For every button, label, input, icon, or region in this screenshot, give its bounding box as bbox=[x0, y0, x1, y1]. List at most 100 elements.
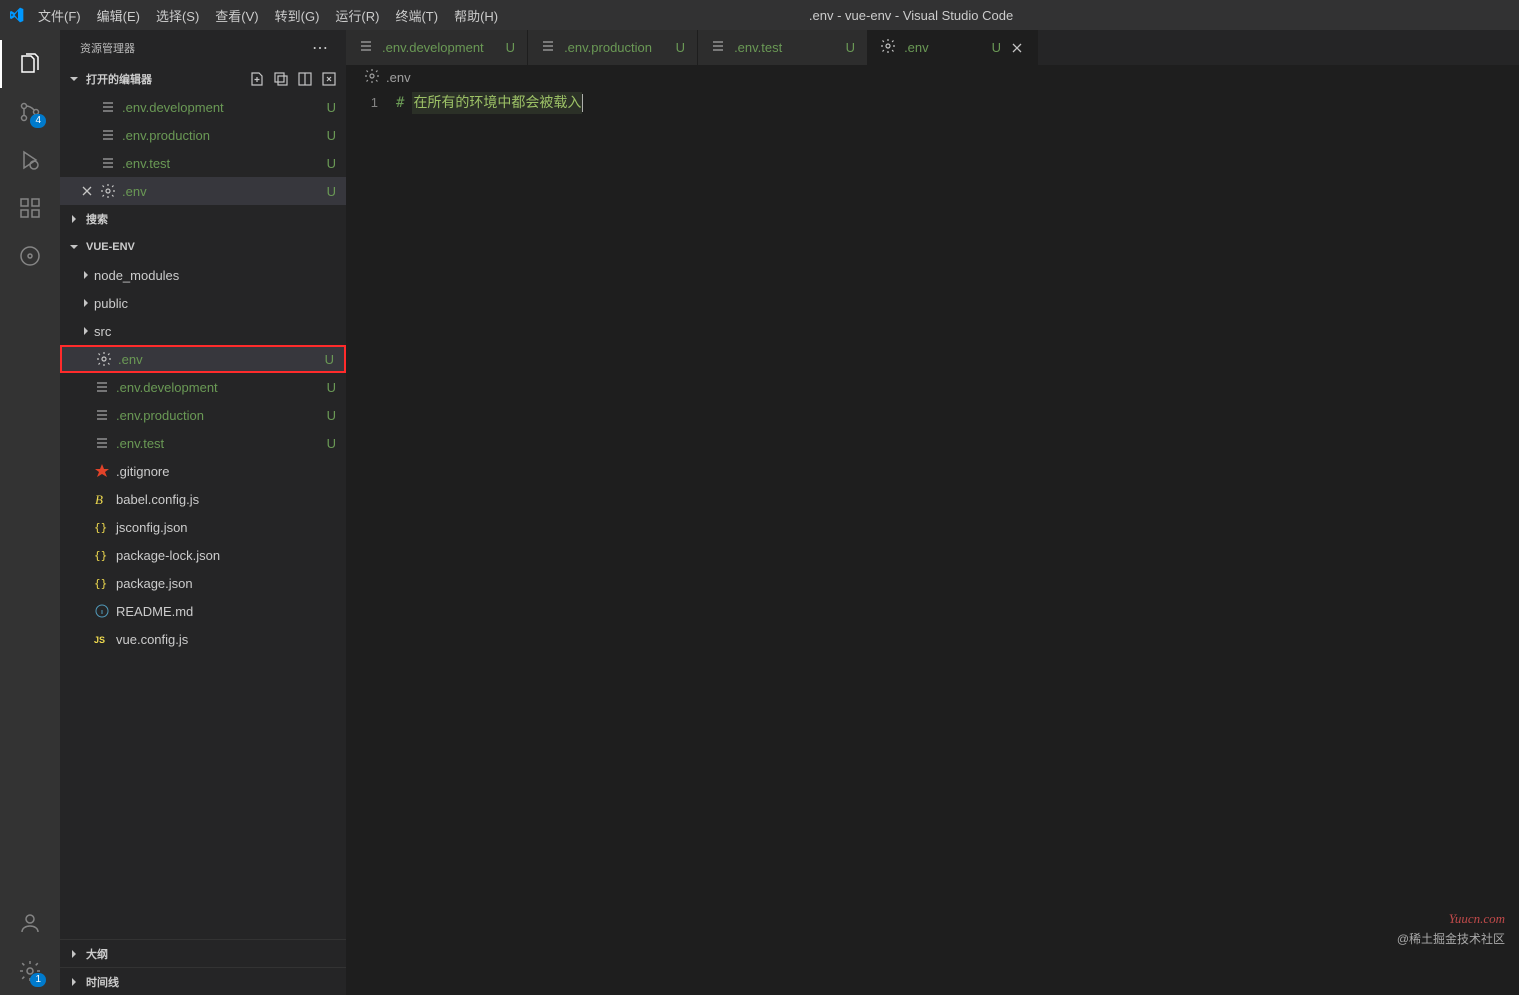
folder-node_modules[interactable]: node_modules bbox=[60, 261, 346, 289]
file-label: .gitignore bbox=[116, 464, 169, 479]
file-label: .env.test bbox=[116, 436, 164, 451]
chevron-right-icon bbox=[66, 946, 82, 962]
file-package-json[interactable]: {} package.json bbox=[60, 569, 346, 597]
menu-terminal[interactable]: 终端(T) bbox=[387, 0, 446, 30]
folder-public[interactable]: public bbox=[60, 289, 346, 317]
chevron-right-icon bbox=[66, 211, 82, 227]
git-status: U bbox=[327, 156, 336, 171]
file-package-lock-json[interactable]: {}package-lock.json bbox=[60, 541, 346, 569]
activity-scm[interactable]: 4 bbox=[6, 88, 54, 136]
svg-text:B: B bbox=[95, 492, 103, 507]
tab-git-status: U bbox=[676, 40, 685, 55]
menu-run[interactable]: 运行(R) bbox=[327, 0, 387, 30]
open-editor-env[interactable]: .env U bbox=[60, 177, 346, 205]
section-project[interactable]: VUE-ENV bbox=[60, 233, 346, 261]
activity-remote[interactable] bbox=[6, 232, 54, 280]
gutter: 1 bbox=[346, 89, 396, 995]
git-status: U bbox=[327, 100, 336, 115]
file-babel-config-js[interactable]: Bbabel.config.js bbox=[60, 485, 346, 513]
lines-icon bbox=[94, 435, 110, 451]
section-open-editors[interactable]: 打开的编辑器 bbox=[60, 65, 346, 93]
section-timeline[interactable]: 时间线 bbox=[60, 967, 346, 995]
file-vue-config-js[interactable]: JSvue.config.js bbox=[60, 625, 346, 653]
file-label: src bbox=[94, 324, 111, 339]
lines-icon bbox=[100, 99, 116, 115]
svg-text:{}: {} bbox=[94, 521, 107, 534]
chevron-right-icon bbox=[78, 323, 94, 339]
svg-text:JS: JS bbox=[94, 635, 105, 645]
menu-help[interactable]: 帮助(H) bbox=[446, 0, 506, 30]
file--env-production[interactable]: .env.production U bbox=[60, 401, 346, 429]
activity-extensions[interactable] bbox=[6, 184, 54, 232]
save-all-icon[interactable] bbox=[272, 70, 290, 88]
babel-icon: B bbox=[94, 491, 110, 507]
file-label: node_modules bbox=[94, 268, 179, 283]
lines-icon bbox=[710, 38, 726, 57]
gear-icon bbox=[100, 183, 116, 199]
open-editor-label: .env bbox=[122, 184, 147, 199]
activity-accounts[interactable] bbox=[6, 899, 54, 947]
menu-edit[interactable]: 编辑(E) bbox=[89, 0, 148, 30]
open-editor-label: .env.development bbox=[122, 100, 224, 115]
sidebar-title: 资源管理器 bbox=[80, 40, 135, 56]
json-icon: {} bbox=[94, 575, 110, 591]
sidebar-more-icon[interactable]: ⋯ bbox=[312, 38, 330, 58]
menu-go[interactable]: 转到(G) bbox=[267, 0, 328, 30]
section-search[interactable]: 搜索 bbox=[60, 205, 346, 233]
file-label: .env bbox=[118, 352, 143, 367]
file-README-md[interactable]: README.md bbox=[60, 597, 346, 625]
file--env-test[interactable]: .env.testU bbox=[60, 429, 346, 457]
info-icon bbox=[94, 603, 110, 619]
file-label: package.json bbox=[116, 576, 193, 591]
close-editors-icon[interactable] bbox=[320, 70, 338, 88]
outline-label: 大纲 bbox=[86, 946, 108, 962]
close-icon[interactable] bbox=[1009, 40, 1025, 56]
lines-icon bbox=[100, 127, 116, 143]
lines-icon bbox=[94, 379, 110, 395]
timeline-label: 时间线 bbox=[86, 974, 119, 990]
open-editors-label: 打开的编辑器 bbox=[86, 71, 152, 87]
tab--env[interactable]: .envU bbox=[868, 30, 1038, 65]
activity-settings[interactable]: 1 bbox=[6, 947, 54, 995]
code-content[interactable]: # 在所有的环境中都会被载入 bbox=[396, 89, 583, 995]
tab--env-production[interactable]: .env.productionU bbox=[528, 30, 698, 65]
chevron-right-icon bbox=[78, 267, 94, 283]
open-editor-env-production[interactable]: .env.production U bbox=[60, 121, 346, 149]
file--env[interactable]: .envU bbox=[60, 345, 346, 373]
open-editor-env-test[interactable]: .env.test U bbox=[60, 149, 346, 177]
menu-file[interactable]: 文件(F) bbox=[30, 0, 89, 30]
menu-selection[interactable]: 选择(S) bbox=[148, 0, 207, 30]
tab-git-status: U bbox=[992, 40, 1001, 55]
breadcrumb[interactable]: .env bbox=[346, 65, 1519, 89]
chevron-down-icon bbox=[66, 71, 82, 87]
close-icon[interactable] bbox=[78, 183, 96, 199]
tab--env-test[interactable]: .env.testU bbox=[698, 30, 868, 65]
git-status: U bbox=[327, 128, 336, 143]
new-file-icon[interactable] bbox=[248, 70, 266, 88]
window-title: .env - vue-env - Visual Studio Code bbox=[571, 8, 1251, 23]
file--gitignore[interactable]: .gitignore bbox=[60, 457, 346, 485]
menu-view[interactable]: 查看(V) bbox=[207, 0, 266, 30]
chevron-down-icon bbox=[66, 239, 82, 255]
lines-icon bbox=[540, 38, 556, 57]
chevron-right-icon bbox=[78, 295, 94, 311]
file-label: public bbox=[94, 296, 128, 311]
open-editor-env-development[interactable]: .env.development U bbox=[60, 93, 346, 121]
file--env-development[interactable]: .env.developmentU bbox=[60, 373, 346, 401]
section-outline[interactable]: 大纲 bbox=[60, 939, 346, 967]
tab--env-development[interactable]: .env.developmentU bbox=[346, 30, 528, 65]
comment-hash: # bbox=[396, 92, 404, 114]
file-label: .env.production bbox=[116, 408, 204, 423]
tab-label: .env.test bbox=[734, 40, 782, 55]
activity-run-debug[interactable] bbox=[6, 136, 54, 184]
toggle-layout-icon[interactable] bbox=[296, 70, 314, 88]
file-jsconfig-json[interactable]: {}jsconfig.json bbox=[60, 513, 346, 541]
gear-icon bbox=[96, 351, 112, 367]
file-label: .env.development bbox=[116, 380, 218, 395]
yuucn-watermark: Yuucn.com bbox=[1449, 911, 1505, 927]
folder-src[interactable]: src bbox=[60, 317, 346, 345]
file-label: README.md bbox=[116, 604, 193, 619]
activity-explorer[interactable] bbox=[6, 40, 54, 88]
git-status: U bbox=[327, 408, 336, 423]
editor-body[interactable]: 1 # 在所有的环境中都会被载入 Yuucn.com @稀土掘金技术社区 bbox=[346, 89, 1519, 995]
